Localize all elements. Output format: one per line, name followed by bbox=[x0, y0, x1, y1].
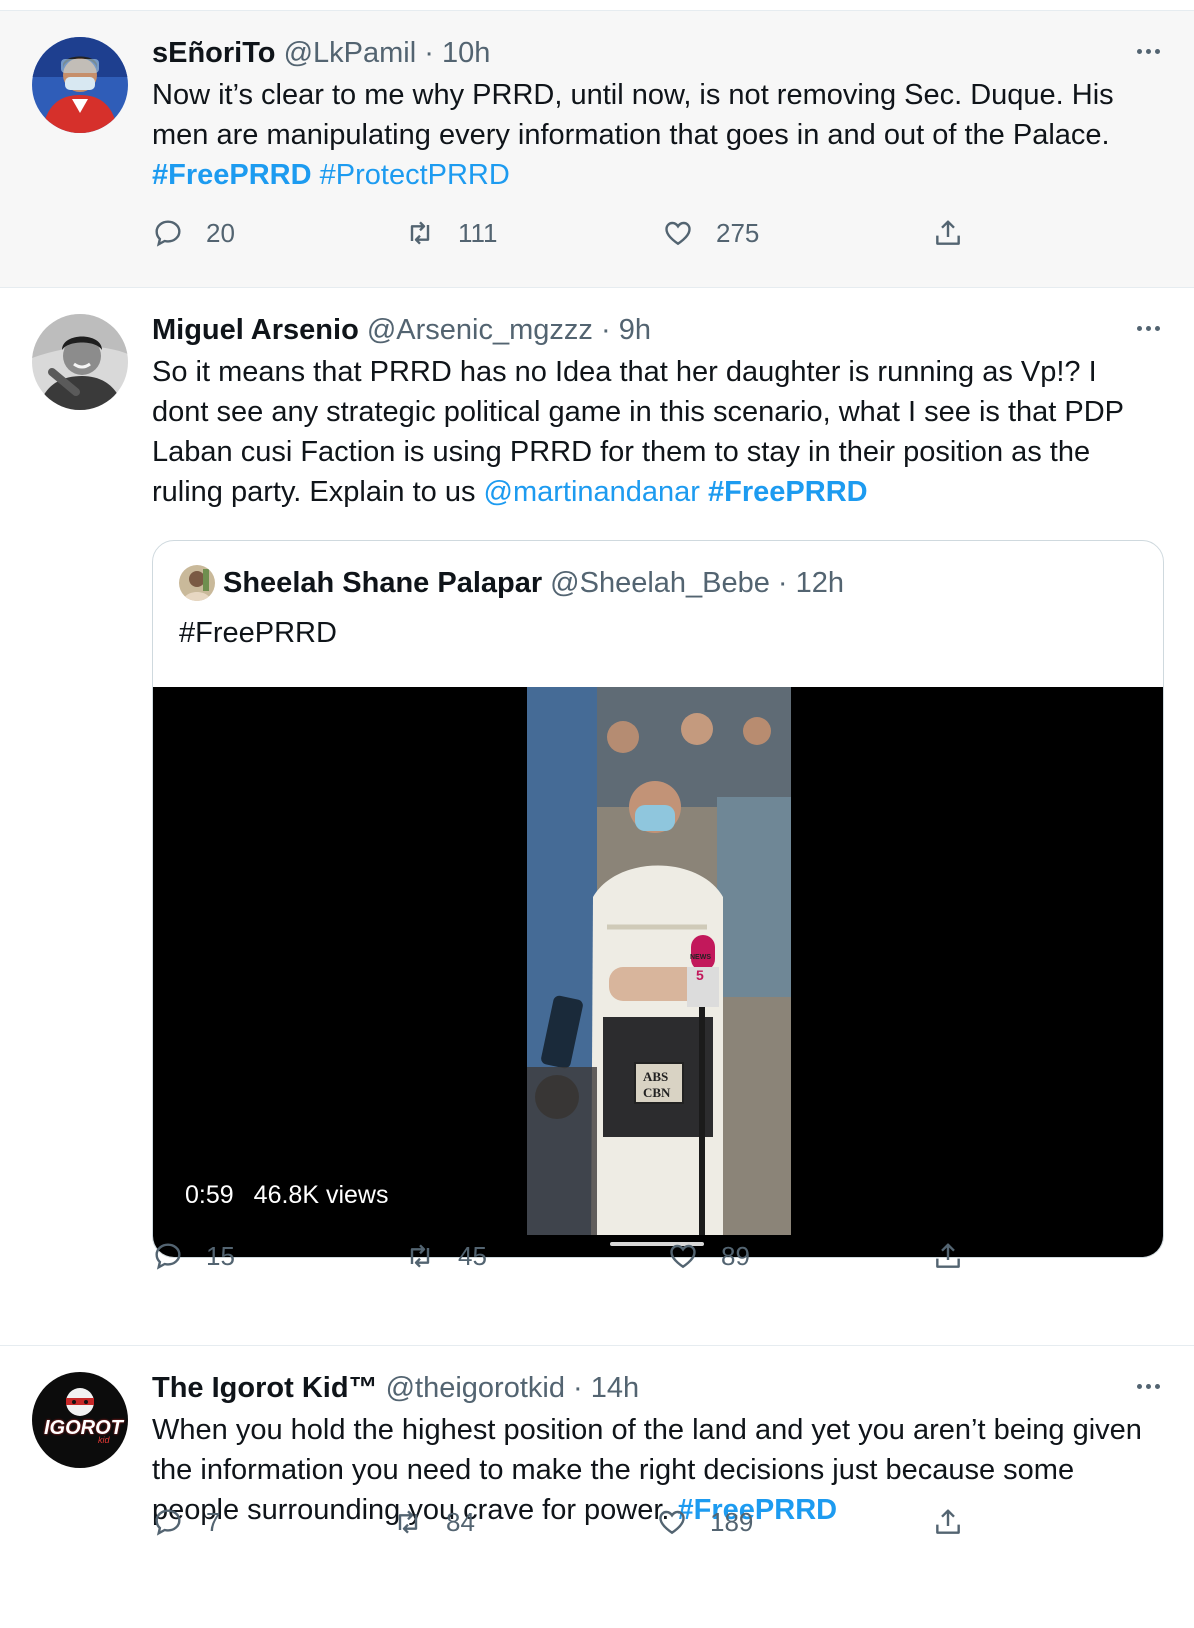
display-name[interactable]: The Igorot Kid™ bbox=[152, 1372, 378, 1404]
reply-button[interactable]: 20 bbox=[152, 213, 235, 253]
separator-dot: · bbox=[777, 567, 788, 599]
video-player[interactable]: NEWS 5 ABS CBN 0:59 46.8K views bbox=[153, 687, 1163, 1257]
share-icon bbox=[936, 220, 960, 245]
share-button[interactable] bbox=[932, 1502, 964, 1542]
tweet-arsenic-mgzzz[interactable]: Miguel Arsenio @Arsenic_mgzzz · 9h So it… bbox=[0, 288, 1194, 1346]
separator-dot: · bbox=[600, 314, 611, 346]
share-icon bbox=[936, 1509, 960, 1534]
share-button[interactable] bbox=[932, 213, 964, 253]
overlay-abs-label: ABS bbox=[643, 1069, 669, 1084]
tweet-content: Miguel Arsenio @Arsenic_mgzzz · 9h So it… bbox=[152, 312, 1146, 512]
retweet-count: 45 bbox=[458, 1240, 487, 1271]
mention-link[interactable]: @martinandanar bbox=[484, 476, 700, 508]
share-icon bbox=[936, 1243, 960, 1268]
avatar[interactable]: IGOROT kid bbox=[32, 1372, 128, 1468]
retweet-icon bbox=[398, 1510, 418, 1534]
retweet-count: 84 bbox=[446, 1506, 475, 1537]
avatar-image bbox=[32, 314, 128, 410]
quoted-avatar[interactable] bbox=[179, 565, 215, 601]
tweet-text: So it means that PRRD has no Idea that h… bbox=[152, 352, 1146, 512]
video-frame: NEWS 5 ABS CBN bbox=[527, 687, 791, 1235]
tweet-lkpamil[interactable]: sEñoriTo @LkPamil · 10h Now it’s clear t… bbox=[0, 10, 1194, 288]
user-handle[interactable]: @LkPamil bbox=[284, 37, 417, 69]
tweet-actions: 15 45 89 bbox=[152, 1236, 1012, 1276]
avatar-image bbox=[32, 37, 128, 133]
video-meta: 0:59 46.8K views bbox=[185, 1181, 388, 1210]
timestamp[interactable]: 10h bbox=[442, 37, 490, 69]
quoted-avatar-image bbox=[179, 565, 215, 601]
hashtag-link[interactable]: #ProtectPRRD bbox=[320, 159, 510, 191]
reply-button[interactable]: 7 bbox=[152, 1502, 220, 1542]
user-handle[interactable]: @theigorotkid bbox=[386, 1372, 565, 1404]
like-count: 89 bbox=[721, 1240, 750, 1271]
tweet-actions: 7 84 189 bbox=[152, 1502, 1012, 1542]
tweet-theigorotkid[interactable]: IGOROT kid The Igorot Kid™ @theigorotkid… bbox=[0, 1346, 1194, 1620]
separator-dot: · bbox=[573, 1372, 583, 1404]
reply-icon bbox=[155, 220, 181, 247]
avatar-logo-subtext: kid bbox=[98, 1435, 110, 1445]
display-name[interactable]: Miguel Arsenio bbox=[152, 314, 359, 346]
tweet-content: sEñoriTo @LkPamil · 10h Now it’s clear t… bbox=[152, 35, 1146, 195]
like-icon bbox=[665, 221, 691, 246]
retweet-icon bbox=[410, 1244, 430, 1268]
retweet-button[interactable]: 111 bbox=[404, 213, 498, 253]
tweet-actions: 20 111 275 bbox=[152, 213, 1012, 253]
reply-count: 15 bbox=[206, 1240, 235, 1271]
quoted-tweet-text: #FreePRRD bbox=[179, 617, 337, 649]
retweet-button[interactable]: 45 bbox=[404, 1236, 487, 1276]
quoted-display-name[interactable]: Sheelah Shane Palapar bbox=[223, 565, 542, 601]
display-name[interactable]: sEñoriTo bbox=[152, 37, 276, 69]
like-button[interactable]: 189 bbox=[656, 1502, 753, 1542]
retweet-button[interactable]: 84 bbox=[392, 1502, 475, 1542]
tweet-header: sEñoriTo @LkPamil · 10h bbox=[152, 35, 1146, 71]
tweet-header: The Igorot Kid™ @theigorotkid · 14h bbox=[152, 1370, 1146, 1406]
overlay-news-label: NEWS bbox=[690, 954, 711, 961]
hashtag-link[interactable]: #FreePRRD bbox=[152, 159, 312, 191]
video-views: 46.8K views bbox=[253, 1181, 389, 1209]
avatar[interactable] bbox=[32, 37, 128, 133]
reply-button[interactable]: 15 bbox=[152, 1236, 235, 1276]
avatar[interactable] bbox=[32, 314, 128, 410]
like-icon bbox=[670, 1244, 696, 1269]
reply-icon bbox=[155, 1509, 181, 1536]
separator-dot: · bbox=[424, 37, 434, 69]
like-icon bbox=[659, 1510, 685, 1535]
tweet-body: Now it’s clear to me why PRRD, until now… bbox=[152, 79, 1114, 151]
reply-count: 20 bbox=[206, 217, 235, 248]
like-count: 189 bbox=[710, 1506, 754, 1537]
hashtag-link[interactable]: #FreePRRD bbox=[708, 476, 868, 508]
user-handle[interactable]: @Arsenic_mgzzz bbox=[367, 314, 593, 346]
like-button[interactable]: 89 bbox=[667, 1236, 750, 1276]
tweet-header: Miguel Arsenio @Arsenic_mgzzz · 9h bbox=[152, 312, 1146, 348]
video-thumbnail bbox=[527, 687, 791, 1235]
retweet-icon bbox=[410, 221, 430, 245]
video-duration: 0:59 bbox=[185, 1181, 234, 1209]
share-button[interactable] bbox=[932, 1236, 964, 1276]
tweet-text: Now it’s clear to me why PRRD, until now… bbox=[152, 75, 1146, 195]
timestamp[interactable]: 14h bbox=[591, 1372, 639, 1404]
quoted-tweet-header: Sheelah Shane Palapar @Sheelah_Bebe · 12… bbox=[179, 565, 844, 601]
like-button[interactable]: 275 bbox=[662, 213, 759, 253]
avatar-logo-text: IGOROT bbox=[44, 1417, 123, 1439]
reply-count: 7 bbox=[206, 1506, 221, 1537]
quoted-tweet[interactable]: Sheelah Shane Palapar @Sheelah_Bebe · 12… bbox=[152, 540, 1164, 1258]
retweet-count: 111 bbox=[458, 217, 498, 248]
like-count: 275 bbox=[716, 217, 760, 248]
overlay-channel-number: 5 bbox=[696, 967, 704, 983]
quoted-user-handle[interactable]: @Sheelah_Bebe bbox=[550, 565, 770, 601]
timestamp[interactable]: 9h bbox=[619, 314, 651, 346]
overlay-cbn-label: CBN bbox=[643, 1085, 671, 1100]
quoted-timestamp[interactable]: 12h bbox=[796, 565, 844, 601]
reply-icon bbox=[155, 1243, 181, 1270]
tweet-feed: sEñoriTo @LkPamil · 10h Now it’s clear t… bbox=[0, 0, 1194, 1628]
